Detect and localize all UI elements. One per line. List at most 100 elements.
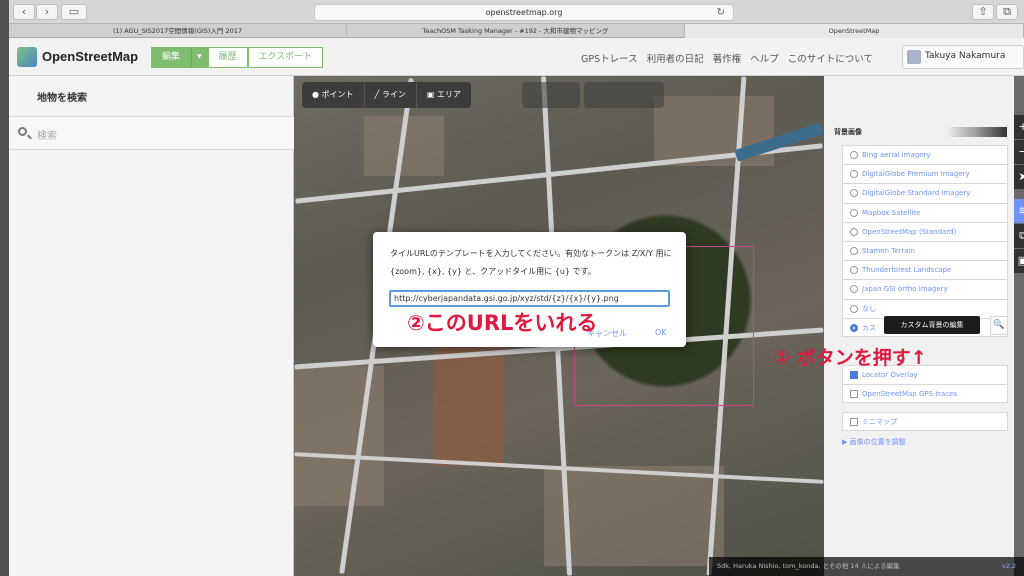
forward-icon[interactable]: › <box>36 4 58 20</box>
bg-source-label: Stamen Terrain <box>862 246 915 255</box>
opacity-slider[interactable] <box>947 127 1007 137</box>
sidebar: 地物を検索 検索 <box>9 76 294 576</box>
geolocate-icon[interactable]: ➤ <box>1014 165 1024 189</box>
minimap-label: ミニマップ <box>862 418 897 426</box>
edit-button[interactable]: 編集 <box>151 47 192 68</box>
undo-button[interactable] <box>522 82 580 108</box>
add-point-button[interactable]: ● ポイント <box>302 82 365 108</box>
overlay-list: Locator Overlay OpenStreetMap GPS traces <box>842 365 1008 403</box>
search-input[interactable]: 検索 <box>37 127 57 142</box>
checkbox-checked-icon <box>850 371 858 379</box>
checkbox-icon <box>850 418 858 426</box>
feature-search[interactable]: 検索 <box>9 116 294 150</box>
brand-title[interactable]: OpenStreetMap <box>42 49 138 64</box>
overlay-gps-traces[interactable]: OpenStreetMap GPS traces <box>842 384 1008 403</box>
checkbox-icon <box>850 390 858 398</box>
zoom-in-icon[interactable]: + <box>1014 115 1024 139</box>
map-field <box>434 346 504 466</box>
bg-source-dg-standard[interactable]: DigitalGlobe Standard Imagery <box>842 183 1008 203</box>
radio-icon <box>850 170 858 179</box>
tab-agu[interactable]: (1) AGU_SIS2017空間情報(GIS)入門 2017 <box>9 24 347 38</box>
map-data-icon[interactable]: ⧉ <box>1014 224 1024 248</box>
save-button[interactable] <box>584 82 664 108</box>
add-line-button[interactable]: ╱ ライン <box>364 82 417 108</box>
tile-url-input[interactable] <box>389 290 670 307</box>
browser-toolbar: ‹ › ▭ openstreetmap.org ↻ ⇧ ⧉ <box>9 0 1024 24</box>
tab-bar: (1) AGU_SIS2017空間情報(GIS)入門 2017 TeachOSM… <box>9 24 1024 38</box>
radio-selected-icon <box>850 323 858 332</box>
nav-copyright[interactable]: 著作権 <box>713 51 742 65</box>
radio-icon <box>850 246 858 255</box>
adjust-imagery-link[interactable]: ▶ 画像の位置を調整 <box>842 437 906 447</box>
address-bar[interactable]: openstreetmap.org ↻ <box>314 4 734 21</box>
bg-source-none[interactable]: なし <box>842 298 1008 318</box>
nav-user-diaries[interactable]: 利用者の日記 <box>647 51 704 65</box>
background-source-list: Bing aerial imagery DigitalGlobe Premium… <box>842 145 1008 337</box>
zoom-out-icon[interactable]: − <box>1014 140 1024 164</box>
radio-icon <box>850 227 858 236</box>
help-icon[interactable]: ▣ <box>1014 249 1024 273</box>
reload-icon[interactable]: ↻ <box>717 5 725 20</box>
tab-openstreetmap[interactable]: OpenStreetMap <box>685 24 1024 38</box>
edit-button-group: 編集 ▾ 履歴 エクスポート <box>151 47 324 68</box>
radio-icon <box>850 285 858 294</box>
osm-header: OpenStreetMap 編集 ▾ 履歴 エクスポート GPSトレース 利用者… <box>9 38 1024 76</box>
overlay-label: Locator Overlay <box>862 371 918 379</box>
minimap-toggle[interactable]: ミニマップ <box>842 412 1008 431</box>
tabs-overview-icon[interactable]: ⧉ <box>996 4 1018 20</box>
bg-source-bing[interactable]: Bing aerial imagery <box>842 145 1008 165</box>
bg-source-label: カス <box>862 323 876 332</box>
bg-source-gsi[interactable]: Japan GSI ortho Imagery <box>842 279 1008 299</box>
top-navigation: GPSトレース 利用者の日記 著作権 ヘルプ このサイトについて <box>581 51 873 65</box>
bg-source-thunderforest[interactable]: Thunderforest Landscape <box>842 260 1008 280</box>
annotation-step1: ① ボタンを押す↑ <box>774 347 927 369</box>
bg-source-label: Thunderforest Landscape <box>862 266 952 275</box>
sidebar-toggle-icon[interactable]: ▭ <box>61 4 87 20</box>
editor-toolbar: ● ポイント ╱ ライン ▣ エリア <box>302 82 471 108</box>
radio-icon <box>850 189 858 198</box>
history-button[interactable]: 履歴 <box>207 47 248 68</box>
map-controls: + − ➤ ≋ ⧉ ▣ <box>1014 115 1024 274</box>
user-menu[interactable]: Takuya Nakamura <box>902 45 1024 69</box>
radio-icon <box>850 151 858 159</box>
dialog-message: タイルURLのテンプレートを入力してください。有効なトークンは Z/X/Y 用に… <box>390 249 672 276</box>
background-panel: 背景画像 Bing aerial imagery DigitalGlobe Pr… <box>824 76 1014 576</box>
bg-source-stamen[interactable]: Stamen Terrain <box>842 240 1008 261</box>
attribution-footer: Sdk, Haruka Nishio, tom_konda, とその他 14 人… <box>709 557 1024 576</box>
contributors-text: Sdk, Haruka Nishio, tom_konda, とその他 14 人… <box>717 562 900 570</box>
bg-source-label: Bing aerial imagery <box>862 151 931 159</box>
edit-dropdown-icon[interactable]: ▾ <box>191 47 208 68</box>
address-url: openstreetmap.org <box>485 8 563 17</box>
edit-custom-background-button[interactable]: 🔍 <box>990 316 1008 335</box>
nav-help[interactable]: ヘルプ <box>750 51 779 65</box>
radio-icon <box>850 304 858 313</box>
avatar <box>907 50 921 64</box>
export-button[interactable]: エクスポート <box>247 47 324 68</box>
bg-source-osm[interactable]: OpenStreetMap (Standard) <box>842 221 1008 241</box>
bg-source-label: Japan GSI ortho Imagery <box>862 285 948 294</box>
bg-source-label: Mapbox Satellite <box>862 208 921 217</box>
add-area-button[interactable]: ▣ エリア <box>416 82 471 108</box>
share-icon[interactable]: ⇧ <box>972 4 994 20</box>
browser-window: ‹ › ▭ openstreetmap.org ↻ ⇧ ⧉ (1) AGU_SI… <box>9 0 1024 576</box>
map-buildings <box>544 466 724 566</box>
nav-about[interactable]: このサイトについて <box>788 51 873 65</box>
bg-source-label: OpenStreetMap (Standard) <box>862 227 957 236</box>
version-label[interactable]: v2.2 <box>1002 557 1016 576</box>
custom-background-tooltip: カスタム背景の編集 <box>884 316 980 334</box>
screen-frame: ‹ › ▭ openstreetmap.org ↻ ⇧ ⧉ (1) AGU_SI… <box>0 0 1024 576</box>
back-icon[interactable]: ‹ <box>13 4 35 20</box>
radio-icon <box>850 266 858 275</box>
osm-logo-icon[interactable] <box>17 47 37 67</box>
add-line-label: ライン <box>381 90 406 99</box>
ok-button[interactable]: OK <box>655 328 667 337</box>
nav-gps-traces[interactable]: GPSトレース <box>581 51 638 65</box>
background-layers-icon[interactable]: ≋ <box>1014 199 1024 223</box>
user-name: Takuya Nakamura <box>925 51 1006 61</box>
bg-source-label: DigitalGlobe Standard Imagery <box>862 189 971 198</box>
bg-source-mapbox[interactable]: Mapbox Satellite <box>842 202 1008 222</box>
map-buildings <box>294 366 384 506</box>
add-area-label: エリア <box>437 90 461 99</box>
bg-source-dg-premium[interactable]: DigitalGlobe Premium Imagery <box>842 164 1008 184</box>
tab-teachosm[interactable]: TeachOSM Tasking Manager - #192 - 大和市建物マ… <box>347 24 685 38</box>
